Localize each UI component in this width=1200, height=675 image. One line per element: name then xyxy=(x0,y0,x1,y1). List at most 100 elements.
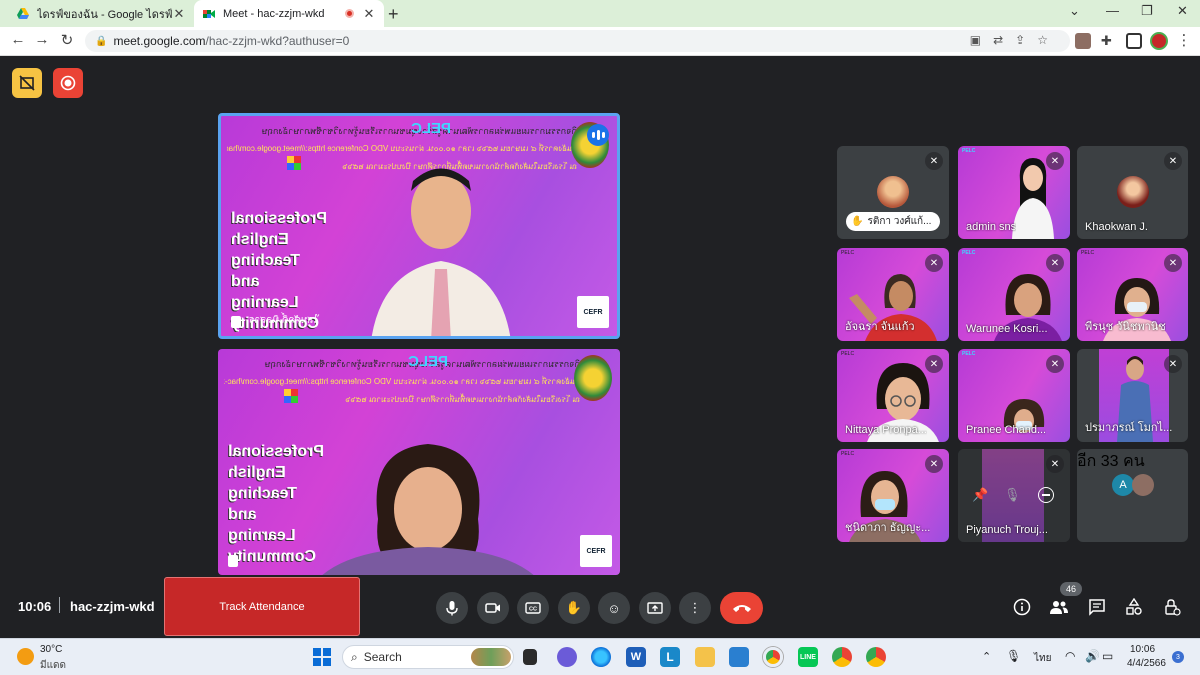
speaker-man-figure xyxy=(371,168,511,336)
input-language[interactable]: ไทย xyxy=(1034,651,1051,666)
chat-icon[interactable] xyxy=(1086,596,1108,618)
restore-button[interactable]: ❐ xyxy=(1141,3,1153,19)
participant-name: Pranee Chand... xyxy=(966,424,1047,436)
tab-title: Meet - hac-zzjm-wkd xyxy=(223,7,325,20)
wifi-icon[interactable]: ◠ xyxy=(1065,649,1075,663)
recording-icon[interactable] xyxy=(53,68,83,98)
participant-tile[interactable]: PELC ✕ พีรนุช วันิชพานิช xyxy=(1077,248,1188,341)
main-video-tile-presenter[interactable]: กิจกรรมการเผยแพร่ผลการพัฒนาครูสร้างชุมชน… xyxy=(218,349,620,575)
leave-call-icon[interactable] xyxy=(720,592,763,624)
captions-icon[interactable]: CC xyxy=(517,592,549,624)
emoji-reactions-icon[interactable]: ☺ xyxy=(598,592,630,624)
meeting-clock: 10:06 xyxy=(18,599,52,614)
mail-icon[interactable] xyxy=(729,647,749,667)
pin-icon[interactable] xyxy=(228,555,238,567)
speaking-indicator-icon xyxy=(587,124,609,146)
participant-tile[interactable]: PELC ✕ Warunee Kosri... xyxy=(958,248,1070,341)
more-participants-label: อีก 33 คน xyxy=(1077,453,1145,470)
omnibox-actions[interactable]: ▣⇄⇪☆ xyxy=(970,33,1060,47)
host-controls-icon[interactable] xyxy=(1161,596,1183,618)
google-meet-icon xyxy=(203,9,215,18)
side-panel-icon[interactable] xyxy=(1126,33,1142,49)
microphone-icon[interactable] xyxy=(436,592,468,624)
chrome-profile-icon[interactable] xyxy=(832,647,852,667)
taskbar-search[interactable]: ⌕ Search xyxy=(342,645,514,669)
search-highlight-image xyxy=(471,648,511,666)
weather-temperature: 30°C xyxy=(40,644,63,655)
avatar-initial: A xyxy=(1112,474,1134,496)
participant-tile[interactable]: PELC ✕ Pranee Chand... xyxy=(958,349,1070,442)
minimize-button[interactable]: — xyxy=(1106,3,1119,18)
clock-date[interactable]: 4/4/2566 xyxy=(1127,658,1166,669)
activities-icon[interactable] xyxy=(1123,596,1145,618)
notifications-badge[interactable]: 3 xyxy=(1172,651,1184,663)
raise-hand-icon[interactable]: ✋ xyxy=(558,592,590,624)
volume-icon[interactable]: 🔊 xyxy=(1085,649,1100,663)
tab-meet[interactable]: Meet - hac-zzjm-wkd ✕ xyxy=(194,0,384,27)
word-icon[interactable]: W xyxy=(626,647,646,667)
back-icon[interactable]: ← xyxy=(8,31,28,48)
weather-description: มีแดด xyxy=(40,660,67,671)
show-hidden-icons-icon[interactable]: ⌃ xyxy=(982,650,991,663)
more-options-icon[interactable]: ⋮ xyxy=(679,592,711,624)
extensions-puzzle-icon[interactable]: ✚ xyxy=(1101,33,1117,49)
people-icon[interactable] xyxy=(1048,596,1070,618)
speaker-name-label: ไสมศักดิ์ นิลสาร xyxy=(249,315,319,326)
captions-off-icon[interactable] xyxy=(12,68,42,98)
mic-off-icon: ✕ xyxy=(1046,254,1064,272)
reload-icon[interactable]: ↻ xyxy=(57,31,77,49)
l-app-icon[interactable]: L xyxy=(660,647,680,667)
new-tab-button[interactable]: + xyxy=(388,4,399,25)
remove-participant-icon[interactable] xyxy=(1038,487,1054,503)
edge-browser-icon[interactable] xyxy=(591,647,611,667)
present-screen-icon[interactable] xyxy=(639,592,671,624)
chat-app-icon[interactable] xyxy=(557,647,577,667)
forward-icon[interactable]: → xyxy=(32,31,52,48)
participant-tile[interactable]: PELC ✕ ชนิดาภา ธัญญะ... xyxy=(837,449,949,542)
tab-search-icon[interactable]: ⌄ xyxy=(1069,3,1080,19)
mic-off-icon: ✕ xyxy=(1046,152,1064,170)
participant-tile[interactable]: PELC ✕ admin sns xyxy=(958,146,1070,239)
track-attendance-button[interactable]: Track Attendance xyxy=(164,577,360,636)
divider xyxy=(59,597,60,613)
svg-text:CC: CC xyxy=(529,607,537,613)
participant-tile-hovered[interactable]: ✕ 📌 🎙 Piyanuch Trouj... xyxy=(958,449,1070,542)
chrome-icon[interactable] xyxy=(763,647,783,667)
participant-tile[interactable]: ✕ Khaokwan J. xyxy=(1077,146,1188,239)
slide-subheader-2: ณ โรงเรียนในสังกัดสำนักงานเขตพื้นที่การศ… xyxy=(345,395,580,404)
profile-avatar[interactable] xyxy=(1150,32,1168,50)
tab-google-drive[interactable]: ไดรฟ์ของฉัน - Google ไดรฟ์ ✕ xyxy=(8,0,194,27)
pin-icon[interactable] xyxy=(231,316,241,328)
participant-tile[interactable]: ✕ ปรมาภรณ์ โมกไ... xyxy=(1077,349,1188,442)
address-bar[interactable]: 🔒 meet.google.com/hac-zzjm-wkd?authuser=… xyxy=(85,30,1070,52)
windows-start-icon[interactable] xyxy=(313,648,333,668)
meeting-details-icon[interactable] xyxy=(1011,596,1033,618)
mute-participant-icon[interactable]: 🎙 xyxy=(1004,487,1021,503)
line-app-icon[interactable]: LINE xyxy=(798,647,818,667)
pin-participant-icon[interactable]: 📌 xyxy=(972,487,988,503)
chrome-profile-2-icon[interactable] xyxy=(866,647,886,667)
title-line: Professional xyxy=(231,210,328,227)
clock-time[interactable]: 10:06 xyxy=(1130,644,1155,655)
mic-off-icon: ✕ xyxy=(925,152,943,170)
close-tab-icon[interactable]: ✕ xyxy=(172,6,186,22)
mic-off-icon: ✕ xyxy=(1164,152,1182,170)
tray-mic-icon[interactable]: 🎙 xyxy=(1006,649,1021,663)
task-view-icon[interactable] xyxy=(523,649,537,665)
participant-name: รติกา วงศ์แก้... xyxy=(867,216,932,227)
more-participants-tile[interactable]: A อีก 33 คน xyxy=(1077,449,1188,542)
sunny-weather-icon[interactable] xyxy=(17,648,34,665)
close-window-button[interactable]: ✕ xyxy=(1177,3,1188,19)
rubiks-cube-icon xyxy=(287,156,301,170)
main-video-tile-speaker[interactable]: กิจกรรมการเผยแพร่ผลการพัฒนาครูสร้างชุมชน… xyxy=(218,113,620,339)
participant-tile[interactable]: PELC ✕ Nittaya Pronpa... xyxy=(837,349,949,442)
participant-tile[interactable]: PELC ✕ อัจฉรา จันแก้ว xyxy=(837,248,949,341)
file-explorer-icon[interactable] xyxy=(695,647,715,667)
extension-icon[interactable] xyxy=(1075,33,1091,49)
close-tab-icon[interactable]: ✕ xyxy=(362,6,376,22)
search-label: Search xyxy=(363,650,402,664)
participant-tile[interactable]: ✕ ✋ รติกา วงศ์แก้... xyxy=(837,146,949,239)
browser-menu-icon[interactable]: ⋮ xyxy=(1174,31,1194,49)
battery-icon[interactable]: ▭ xyxy=(1102,649,1113,663)
camera-icon[interactable] xyxy=(477,592,509,624)
